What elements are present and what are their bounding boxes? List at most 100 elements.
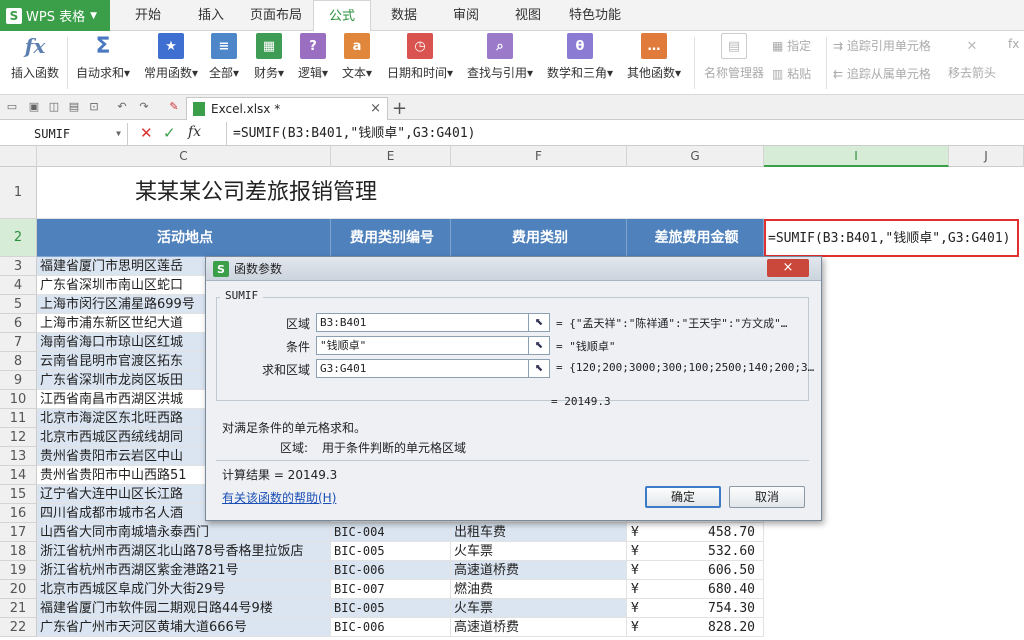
row-header[interactable]: 13: [0, 447, 37, 466]
text-button[interactable]: a 文本▾: [338, 33, 376, 81]
cell-amt[interactable]: ¥828.20: [627, 618, 764, 637]
undo-icon[interactable]: ↶: [116, 101, 128, 113]
fx-icon[interactable]: fx: [188, 124, 201, 140]
column-header-i[interactable]: I: [764, 146, 949, 167]
row-header[interactable]: 10: [0, 390, 37, 409]
insert-function-button[interactable]: fx 插入函数: [6, 33, 64, 81]
cell-amt[interactable]: ¥680.40: [627, 580, 764, 599]
cell-code[interactable]: BIC-005: [331, 542, 451, 561]
tab-insert[interactable]: 插入: [180, 0, 242, 31]
header-code[interactable]: 费用类别编号: [331, 219, 451, 257]
trace-precedents-button[interactable]: ⇉ 追踪引用单元格: [833, 37, 931, 54]
document-tab[interactable]: Excel.xlsx * ×: [186, 97, 388, 120]
logical-button[interactable]: ? 逻辑▾: [294, 33, 332, 81]
cell-amt[interactable]: ¥458.70: [627, 523, 764, 542]
name-manager-button[interactable]: ▤ 名称管理器: [702, 33, 766, 81]
cell-amt[interactable]: ¥532.60: [627, 542, 764, 561]
row-header[interactable]: 2: [0, 219, 37, 257]
cell-code[interactable]: BIC-004: [331, 523, 451, 542]
column-header-g[interactable]: G: [627, 146, 764, 167]
cell-cat[interactable]: 火车票: [451, 599, 627, 618]
row-header[interactable]: 9: [0, 371, 37, 390]
cell-cat[interactable]: 火车票: [451, 542, 627, 561]
cell-code[interactable]: BIC-006: [331, 618, 451, 637]
remove-arrows-button[interactable]: ✕ 移去箭头: [944, 33, 1000, 81]
lookup-reference-button[interactable]: ⌕ 查找与引用▾: [463, 33, 537, 81]
row-header[interactable]: 14: [0, 466, 37, 485]
open-folder-icon[interactable]: ▭: [6, 101, 18, 113]
date-time-button[interactable]: ◷ 日期和时间▾: [383, 33, 457, 81]
paste-name-button[interactable]: ▥ 粘贴: [772, 65, 811, 82]
common-functions-button[interactable]: ★ 常用函数▾: [140, 33, 202, 81]
header-amount[interactable]: 差旅费用金额: [627, 219, 764, 257]
cancel-button[interactable]: 取消: [729, 486, 805, 508]
row-header[interactable]: 21: [0, 599, 37, 618]
range-input[interactable]: B3:B401: [316, 313, 548, 332]
cell-place[interactable]: 福建省厦门市软件园二期观日路44号9楼: [37, 599, 331, 618]
row-header[interactable]: 22: [0, 618, 37, 637]
name-box[interactable]: SUMIF ▼: [0, 123, 128, 145]
new-tab-icon[interactable]: +: [392, 98, 407, 119]
tab-formulas[interactable]: 公式: [313, 0, 371, 32]
row-header[interactable]: 19: [0, 561, 37, 580]
row-header[interactable]: 11: [0, 409, 37, 428]
dialog-title-bar[interactable]: S 函数参数: [206, 257, 821, 281]
cell-cat[interactable]: 出租车费: [451, 523, 627, 542]
column-header-e[interactable]: E: [331, 146, 451, 167]
cell-cat[interactable]: 燃油费: [451, 580, 627, 599]
row-header[interactable]: 7: [0, 333, 37, 352]
export-pdf-icon[interactable]: ◫: [48, 101, 60, 113]
close-button[interactable]: ×: [767, 259, 809, 277]
cell-code[interactable]: BIC-005: [331, 599, 451, 618]
cell-place[interactable]: 浙江省杭州市西湖区紫金港路21号: [37, 561, 331, 580]
cell-place[interactable]: 浙江省杭州市西湖区北山路78号香格里拉饭店: [37, 542, 331, 561]
tab-data[interactable]: 数据: [376, 0, 432, 31]
active-cell-i2[interactable]: =SUMIF(B3:B401,"钱顺卓",G3:G401): [764, 219, 1019, 257]
redo-icon[interactable]: ↷: [138, 101, 150, 113]
all-functions-button[interactable]: ≡ 全部▾: [206, 33, 242, 81]
row-header[interactable]: 1: [0, 167, 37, 219]
row-header[interactable]: 8: [0, 352, 37, 371]
sum-range-input[interactable]: G3:G401: [316, 359, 548, 378]
column-header-j[interactable]: J: [949, 146, 1024, 167]
cell-place[interactable]: 广东省广州市天河区黄埔大道666号: [37, 618, 331, 637]
row-header[interactable]: 4: [0, 276, 37, 295]
collapse-dialog-icon[interactable]: ⬉: [528, 359, 550, 378]
ok-button[interactable]: 确定: [645, 486, 721, 508]
sheet-title[interactable]: 某某某公司差旅报销管理: [37, 167, 764, 219]
criteria-input[interactable]: "钱顺卓": [316, 336, 548, 355]
cell-amt[interactable]: ¥754.30: [627, 599, 764, 618]
row-header[interactable]: 12: [0, 428, 37, 447]
row-header[interactable]: 15: [0, 485, 37, 504]
tab-review[interactable]: 审阅: [438, 0, 494, 31]
save-icon[interactable]: ▣: [28, 101, 40, 113]
column-header-c[interactable]: C: [37, 146, 331, 167]
help-link[interactable]: 有关该函数的帮助(H): [222, 489, 336, 506]
print-icon[interactable]: ▤: [68, 101, 80, 113]
cell-amt[interactable]: ¥606.50: [627, 561, 764, 580]
select-all-corner[interactable]: [0, 146, 37, 167]
row-header[interactable]: 16: [0, 504, 37, 523]
format-painter-icon[interactable]: ✎: [168, 101, 180, 113]
cell-code[interactable]: BIC-007: [331, 580, 451, 599]
trace-dependents-button[interactable]: ⇇ 追踪从属单元格: [833, 65, 931, 82]
tab-page-layout[interactable]: 页面布局: [244, 0, 308, 31]
cell-place[interactable]: 山西省大同市南城墙永泰西门: [37, 523, 331, 542]
header-category[interactable]: 费用类别: [451, 219, 627, 257]
print-preview-icon[interactable]: ⊡: [88, 101, 100, 113]
cell-place[interactable]: 北京市西城区阜成门外大街29号: [37, 580, 331, 599]
collapse-dialog-icon[interactable]: ⬉: [528, 336, 550, 355]
row-header[interactable]: 6: [0, 314, 37, 333]
tab-view[interactable]: 视图: [500, 0, 556, 31]
row-header[interactable]: 17: [0, 523, 37, 542]
column-header-f[interactable]: F: [451, 146, 627, 167]
row-header[interactable]: 20: [0, 580, 37, 599]
collapse-dialog-icon[interactable]: ⬉: [528, 313, 550, 332]
other-functions-button[interactable]: … 其他函数▾: [622, 33, 686, 81]
autosum-button[interactable]: Σ 自动求和▾: [72, 33, 134, 81]
cell-code[interactable]: BIC-006: [331, 561, 451, 580]
wps-menu-button[interactable]: S WPS 表格 ▼: [0, 0, 110, 31]
math-trig-button[interactable]: θ 数学和三角▾: [543, 33, 617, 81]
cell-cat[interactable]: 高速道桥费: [451, 618, 627, 637]
tab-home[interactable]: 开始: [118, 0, 178, 31]
